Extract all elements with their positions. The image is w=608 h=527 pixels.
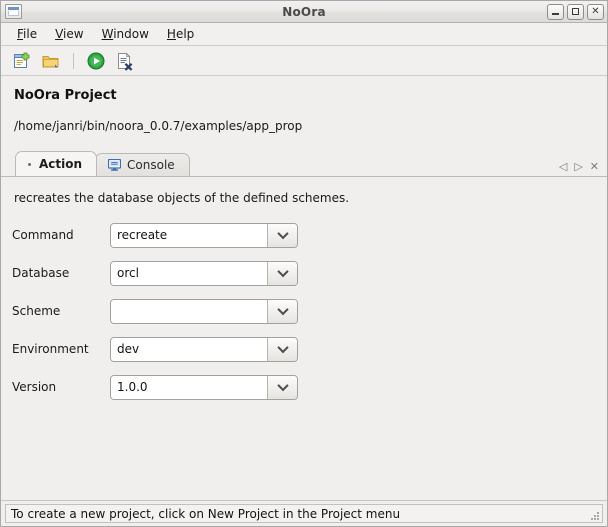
label-scheme: Scheme: [12, 304, 110, 318]
close-button[interactable]: ✕: [587, 4, 604, 20]
project-header: NoOra Project /home/janri/bin/noora_0.0.…: [1, 76, 607, 149]
new-project-icon: [12, 51, 32, 71]
resize-grip-icon[interactable]: [589, 510, 599, 520]
titlebar[interactable]: NoOra ✕: [1, 1, 607, 23]
action-form: Command recreate Database orcl: [1, 222, 607, 400]
field-row-environment: Environment dev: [12, 336, 607, 362]
database-value[interactable]: orcl: [111, 262, 268, 285]
label-environment: Environment: [12, 342, 110, 356]
app-window: NoOra ✕ File View Window Help: [0, 0, 608, 527]
database-combobox[interactable]: orcl: [110, 261, 298, 286]
label-version: Version: [12, 380, 110, 394]
toolbar-separator: [73, 53, 74, 69]
chevron-down-icon: [277, 342, 288, 353]
open-project-icon: [41, 51, 61, 71]
field-row-scheme: Scheme: [12, 298, 607, 324]
environment-combobox[interactable]: dev: [110, 337, 298, 362]
chevron-down-icon: [277, 266, 288, 277]
scheme-dropdown-button[interactable]: [268, 300, 297, 323]
dot-icon: [28, 163, 31, 166]
minimize-button[interactable]: [547, 4, 564, 20]
toolbar: [1, 46, 607, 76]
status-message-box: To create a new project, click on New Pr…: [5, 504, 603, 523]
version-dropdown-button[interactable]: [268, 376, 297, 399]
version-value[interactable]: 1.0.0: [111, 376, 268, 399]
project-path: /home/janri/bin/noora_0.0.7/examples/app…: [14, 119, 607, 133]
field-row-database: Database orcl: [12, 260, 607, 286]
tab-console-label: Console: [127, 158, 175, 172]
environment-value[interactable]: dev: [111, 338, 268, 361]
app-window-icon[interactable]: [5, 4, 22, 19]
menu-file[interactable]: File: [9, 25, 45, 43]
tab-navigation: ◁ ▷ ✕: [559, 161, 607, 176]
label-database: Database: [12, 266, 110, 280]
menu-help[interactable]: Help: [159, 25, 202, 43]
action-description: recreates the database objects of the de…: [1, 191, 607, 205]
tab-console[interactable]: Console: [95, 153, 190, 176]
chevron-down-icon: [277, 228, 288, 239]
window-controls: ✕: [547, 4, 604, 20]
chevron-down-icon: [277, 304, 288, 315]
tab-scroll-right-icon[interactable]: ▷: [574, 161, 582, 172]
status-message: To create a new project, click on New Pr…: [11, 507, 400, 521]
open-project-button[interactable]: [38, 49, 64, 73]
tab-action-label: Action: [39, 157, 82, 171]
command-dropdown-button[interactable]: [268, 224, 297, 247]
tabstrip: Action Console ◁ ▷ ✕: [1, 149, 607, 176]
version-combobox[interactable]: 1.0.0: [110, 375, 298, 400]
label-command: Command: [12, 228, 110, 242]
scheme-value[interactable]: [111, 300, 268, 323]
environment-dropdown-button[interactable]: [268, 338, 297, 361]
monitor-icon: [108, 159, 121, 171]
action-panel: recreates the database objects of the de…: [1, 176, 607, 500]
maximize-icon: [572, 8, 579, 15]
statusbar: To create a new project, click on New Pr…: [1, 500, 607, 526]
menu-view[interactable]: View: [47, 25, 91, 43]
menubar: File View Window Help: [1, 23, 607, 46]
run-button[interactable]: [83, 49, 109, 73]
stop-button[interactable]: [112, 49, 138, 73]
new-project-button[interactable]: [9, 49, 35, 73]
tab-action[interactable]: Action: [15, 151, 97, 176]
window-title: NoOra: [1, 5, 607, 19]
maximize-button[interactable]: [567, 4, 584, 20]
chevron-down-icon: [277, 380, 288, 391]
menu-window[interactable]: Window: [94, 25, 157, 43]
field-row-version: Version 1.0.0: [12, 374, 607, 400]
database-dropdown-button[interactable]: [268, 262, 297, 285]
tab-scroll-left-icon[interactable]: ◁: [559, 161, 567, 172]
field-row-command: Command recreate: [12, 222, 607, 248]
stop-icon: [115, 51, 135, 71]
project-title: NoOra Project: [14, 88, 607, 103]
scheme-combobox[interactable]: [110, 299, 298, 324]
command-combobox[interactable]: recreate: [110, 223, 298, 248]
command-value[interactable]: recreate: [111, 224, 268, 247]
minimize-icon: [552, 13, 559, 15]
run-icon: [86, 51, 106, 71]
close-icon: ✕: [591, 7, 599, 17]
tab-close-icon[interactable]: ✕: [590, 161, 599, 172]
